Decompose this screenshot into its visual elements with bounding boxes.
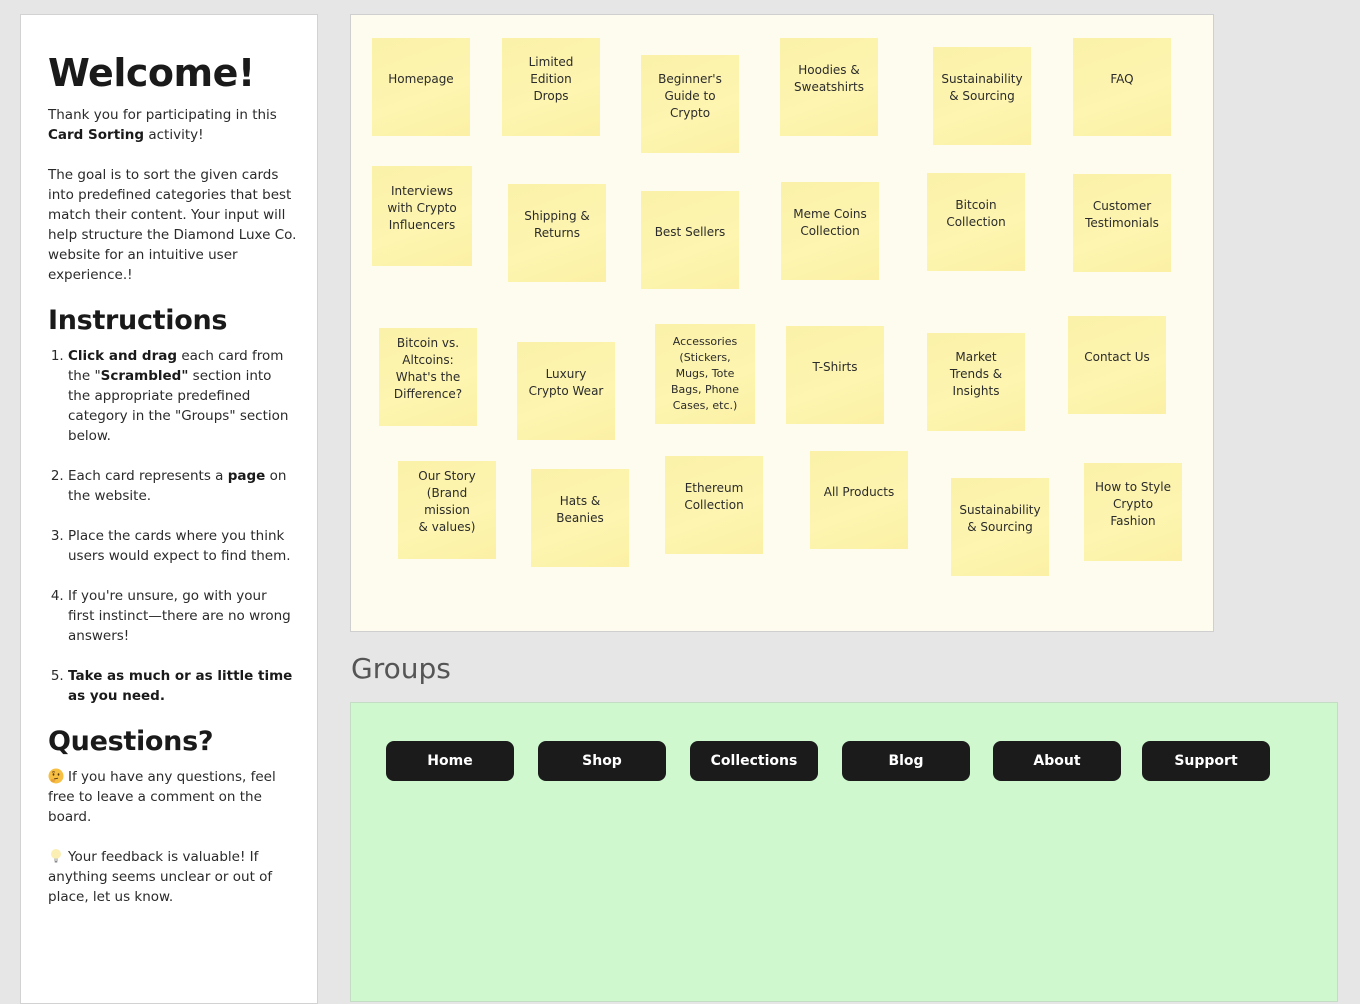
sticky-note-card[interactable]: Accessories (Stickers, Mugs, Tote Bags, … [655,324,755,424]
sticky-note-card[interactable]: Hats & Beanies [531,469,629,567]
intro-text-part: Thank you for participating in this [48,107,277,123]
sticky-note-card[interactable]: Sustainability & Sourcing [951,478,1049,576]
sticky-note-card[interactable]: Limited Edition Drops [502,38,600,136]
instruction-item: Each card represents a page on the websi… [68,466,297,506]
sticky-note-card[interactable]: T-Shirts [786,326,884,424]
sticky-note-card[interactable]: Our Story (Brand mission & values) [398,461,496,559]
card-label: Meme Coins Collection [793,207,867,238]
sticky-note-card[interactable]: Bitcoin Collection [927,173,1025,271]
group-support-button[interactable]: Support [1142,741,1270,781]
scrambled-board: Homepage Limited Edition Drops Beginner'… [350,14,1214,632]
group-home-button[interactable]: Home [386,741,514,781]
intro-text-part: activity! [144,127,204,143]
groups-title: Groups [351,652,451,685]
sticky-note-card[interactable]: How to Style Crypto Fashion [1084,463,1182,561]
sticky-note-card[interactable]: Ethereum Collection [665,456,763,554]
questions-title: Questions? [48,726,214,757]
card-label: Bitcoin Collection [946,198,1006,229]
group-blog-button[interactable]: Blog [842,741,970,781]
group-about-button[interactable]: About [993,741,1121,781]
sticky-note-card[interactable]: Interviews with Crypto Influencers [372,166,472,266]
card-label: Homepage [388,71,454,86]
sticky-note-card[interactable]: Luxury Crypto Wear [517,342,615,440]
sticky-note-card[interactable]: Sustainability & Sourcing [933,47,1031,145]
card-label: Shipping & Returns [524,209,590,240]
card-label: All Products [823,484,895,499]
sticky-note-card[interactable]: All Products [810,451,908,549]
instructions-panel: Welcome! Thank you for participating in … [20,14,318,1004]
intro-text: Thank you for participating in this Card… [48,105,297,145]
instruction-item: Click and drag each card from the "Scram… [68,346,297,446]
instructions-title: Instructions [48,305,228,336]
card-label: Best Sellers [654,224,726,239]
sticky-note-card[interactable]: Beginner's Guide to Crypto [641,55,739,153]
sticky-note-card[interactable]: Shipping & Returns [508,184,606,282]
instruction-text: Each card represents a [68,468,228,484]
feedback-note: Your feedback is valuable! If anything s… [48,847,297,907]
sticky-note-card[interactable]: Meme Coins Collection [781,182,879,280]
card-label: FAQ [1110,71,1134,86]
card-label: Beginner's Guide to Crypto [658,71,722,120]
instruction-bold: page [227,468,266,484]
instruction-item: Take as much or as little time as you ne… [68,666,297,706]
group-shop-button[interactable]: Shop [538,741,666,781]
welcome-title: Welcome! [48,51,255,95]
sticky-note-card[interactable]: Customer Testimonials [1073,174,1171,272]
light-bulb-icon [51,849,61,863]
intro-bold: Card Sorting [48,127,145,143]
card-label: Contact Us [1084,349,1150,364]
group-collections-button[interactable]: Collections [690,741,818,781]
instruction-item: If you're unsure, go with your first ins… [68,586,297,646]
instruction-text: If you're unsure, go with your first ins… [68,588,291,644]
groups-board: Home Shop Collections Blog About Support [350,702,1338,1002]
card-label: Sustainability & Sourcing [959,503,1041,534]
card-label: T-Shirts [812,359,858,374]
card-label: Sustainability & Sourcing [941,72,1023,103]
card-label: Our Story (Brand mission & values) [418,469,476,534]
card-label: Bitcoin vs. Altcoins: What's the Differe… [393,336,463,401]
instruction-bold: Scrambled" [100,368,189,384]
card-label: How to Style Crypto Fashion [1095,479,1171,528]
card-label: Hats & Beanies [556,494,604,525]
question-note: If you have any questions, feel free to … [48,767,297,827]
sticky-note-card[interactable]: Contact Us [1068,316,1166,414]
feedback-note-text: Your feedback is valuable! If anything s… [48,849,273,905]
instruction-bold: Take as much or as little time as you ne… [68,668,293,704]
card-label: Customer Testimonials [1085,199,1159,230]
sticky-note-card[interactable]: Bitcoin vs. Altcoins: What's the Differe… [379,328,477,426]
sticky-note-card[interactable]: Market Trends & Insights [927,333,1025,431]
card-label: Interviews with Crypto Influencers [387,183,457,232]
sticky-note-card[interactable]: Homepage [372,38,470,136]
card-label: Luxury Crypto Wear [528,367,604,398]
question-note-text: If you have any questions, feel free to … [48,769,276,825]
instructions-list: Click and drag each card from the "Scram… [48,346,297,706]
card-label: Accessories (Stickers, Mugs, Tote Bags, … [670,335,740,412]
sticky-note-card[interactable]: Hoodies & Sweatshirts [780,38,878,136]
card-label: Market Trends & Insights [949,349,1003,398]
instruction-bold: Click and drag [68,348,178,364]
sticky-note-card[interactable]: Best Sellers [641,191,739,289]
thinking-face-icon [48,768,64,784]
instruction-item: Place the cards where you think users wo… [68,526,297,566]
card-label: Limited Edition Drops [528,54,574,103]
sticky-note-card[interactable]: FAQ [1073,38,1171,136]
instruction-text: Place the cards where you think users wo… [68,528,291,564]
card-label: Ethereum Collection [684,481,744,512]
card-label: Hoodies & Sweatshirts [794,63,864,94]
goal-text: The goal is to sort the given cards into… [48,167,297,283]
